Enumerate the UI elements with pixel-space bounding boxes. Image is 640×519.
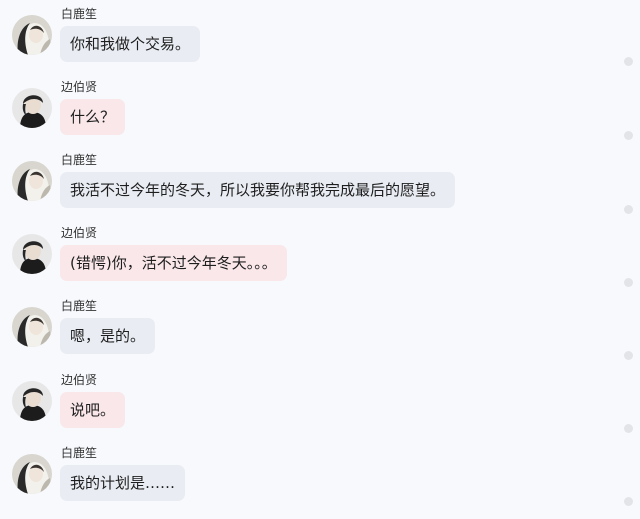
boy-avatar-icon[interactable] — [12, 88, 52, 128]
chat-message: 边伯贤 (错愕)你，活不过今年冬天。。。 — [0, 226, 640, 290]
chat-message: 白鹿笙 我活不过今年的冬天，所以我要你帮我完成最后的愿望。 — [0, 153, 640, 217]
girl-avatar-icon[interactable] — [12, 161, 52, 201]
boy-avatar-icon[interactable] — [12, 381, 52, 421]
chat-message: 白鹿笙 你和我做个交易。 — [0, 7, 640, 71]
message-bubble[interactable]: 我活不过今年的冬天，所以我要你帮我完成最后的愿望。 — [60, 172, 456, 208]
sender-name: 白鹿笙 — [61, 153, 98, 167]
status-dot — [624, 497, 633, 506]
status-dot — [624, 424, 633, 433]
sender-name: 白鹿笙 — [61, 7, 98, 21]
chat-thread: 白鹿笙 你和我做个交易。 边伯贤 什么？ 白鹿笙 我活不过今年的冬天，所以我要你… — [0, 0, 640, 519]
sender-name: 白鹿笙 — [61, 299, 98, 313]
sender-name: 边伯贤 — [61, 226, 98, 240]
chat-message: 边伯贤 什么？ — [0, 80, 640, 144]
status-dot — [624, 57, 633, 66]
girl-avatar-icon[interactable] — [12, 307, 52, 347]
message-bubble[interactable]: 你和我做个交易。 — [60, 26, 201, 62]
boy-avatar-icon[interactable] — [12, 234, 52, 274]
sender-name: 边伯贤 — [61, 80, 98, 94]
status-dot — [624, 205, 633, 214]
message-bubble[interactable]: 嗯，是的。 — [60, 318, 156, 354]
girl-avatar-icon[interactable] — [12, 454, 52, 494]
sender-name: 边伯贤 — [61, 373, 98, 387]
status-dot — [624, 278, 633, 287]
message-bubble[interactable]: 什么？ — [60, 99, 126, 135]
chat-message: 白鹿笙 嗯，是的。 — [0, 299, 640, 363]
sender-name: 白鹿笙 — [61, 446, 98, 460]
message-bubble[interactable]: (错愕)你，活不过今年冬天。。。 — [60, 245, 287, 281]
message-bubble[interactable]: 我的计划是…… — [60, 465, 186, 501]
message-bubble[interactable]: 说吧。 — [60, 392, 126, 428]
chat-message: 白鹿笙 我的计划是…… — [0, 446, 640, 510]
girl-avatar-icon[interactable] — [12, 15, 52, 55]
status-dot — [624, 351, 633, 360]
chat-message: 边伯贤 说吧。 — [0, 373, 640, 437]
status-dot — [624, 131, 633, 140]
